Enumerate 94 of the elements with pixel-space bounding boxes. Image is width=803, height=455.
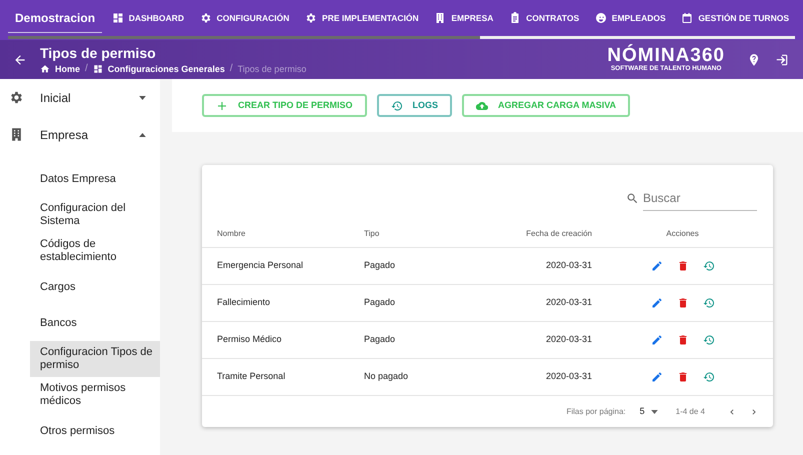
table-cell: Emergencia Personal bbox=[217, 260, 304, 270]
building-icon bbox=[434, 12, 446, 24]
caret-icon bbox=[139, 96, 146, 100]
grid-icon bbox=[112, 12, 124, 24]
sidebar-item[interactable]: Configuracion del Sistema bbox=[30, 197, 160, 233]
rows-per-page-select[interactable]: 5 bbox=[640, 404, 658, 418]
edit-button[interactable] bbox=[650, 260, 662, 272]
table-cell: 2020-03-31 bbox=[546, 371, 592, 382]
gear-icon bbox=[200, 12, 212, 24]
sidebar-group[interactable]: Empresa bbox=[0, 116, 160, 153]
logo-wordmark: NÓMINA360 bbox=[607, 46, 725, 65]
pencil-icon bbox=[650, 334, 662, 346]
toolbar-button[interactable]: LOGS bbox=[376, 94, 452, 117]
search-field[interactable]: Buscar bbox=[643, 186, 757, 211]
column-header: Nombre bbox=[217, 229, 246, 238]
table-cell: Fallecimiento bbox=[217, 297, 270, 308]
sidebar-item[interactable]: Datos Empresa bbox=[30, 161, 160, 197]
nav-tab[interactable]: DASHBOARD bbox=[106, 3, 190, 33]
clipboard-icon bbox=[509, 12, 522, 24]
home-icon bbox=[40, 64, 50, 74]
grid-icon bbox=[92, 64, 103, 74]
history-button[interactable] bbox=[702, 260, 714, 272]
table-cell: Permiso Médico bbox=[217, 334, 282, 344]
history-button[interactable] bbox=[702, 334, 714, 346]
sidebar-item[interactable]: Configuracion Tipos de permiso bbox=[30, 341, 160, 377]
table-cell: Pagado bbox=[364, 260, 396, 270]
breadcrumb-separator: / bbox=[85, 62, 88, 76]
pencil-icon bbox=[650, 297, 662, 309]
trash-icon bbox=[676, 371, 688, 383]
history-icon bbox=[390, 100, 403, 112]
table-cell: Pagado bbox=[364, 297, 396, 308]
nav-tab[interactable]: CONFIGURACIÓN bbox=[194, 3, 296, 33]
logout-icon bbox=[775, 52, 789, 66]
pencil-icon bbox=[650, 371, 662, 383]
face-icon bbox=[594, 12, 607, 24]
building-icon bbox=[9, 127, 24, 142]
history-icon bbox=[702, 297, 714, 309]
nav-tab[interactable]: PRE IMPLEMENTACIÓN bbox=[299, 3, 425, 33]
delete-button[interactable] bbox=[676, 371, 688, 383]
history-icon bbox=[702, 260, 714, 272]
rows-per-page-label: Filas por página: bbox=[566, 406, 626, 418]
column-header: Acciones bbox=[666, 229, 699, 238]
gear-icon bbox=[305, 12, 318, 24]
nav-tab[interactable]: EMPRESA bbox=[428, 3, 500, 33]
breadcrumb-separator: / bbox=[230, 62, 233, 76]
history-icon bbox=[702, 371, 714, 383]
edit-button[interactable] bbox=[650, 297, 662, 309]
gear-icon bbox=[9, 90, 24, 105]
sidebar-item[interactable]: Motivos permisos médicos bbox=[30, 377, 160, 413]
help-button[interactable] bbox=[747, 52, 761, 66]
breadcrumb-link[interactable]: Configuraciones Generales bbox=[92, 62, 225, 76]
brand-tab[interactable]: Demostracion bbox=[8, 3, 102, 33]
table-cell: Tramite Personal bbox=[217, 371, 286, 382]
nav-tab[interactable]: GESTIÓN DE TURNOS bbox=[675, 3, 795, 33]
sidebar-item[interactable]: Códigos de establecimiento bbox=[30, 233, 160, 269]
trash-icon bbox=[676, 334, 688, 346]
cloud-upload-icon bbox=[476, 100, 488, 112]
table-cell: Pagado bbox=[364, 334, 396, 344]
trash-icon bbox=[676, 297, 688, 309]
breadcrumb-link[interactable]: Home bbox=[40, 62, 80, 76]
table-cell: 2020-03-31 bbox=[546, 334, 592, 344]
group-label: Inicial bbox=[40, 90, 72, 106]
nav-tab[interactable]: CONTRATOS bbox=[503, 3, 586, 33]
page-title: Tipos de permiso bbox=[40, 44, 157, 62]
table-cell: 2020-03-31 bbox=[546, 260, 592, 270]
column-header: Tipo bbox=[364, 229, 380, 238]
sidebar-item[interactable]: Bancos bbox=[30, 305, 160, 341]
edit-button[interactable] bbox=[650, 371, 662, 383]
sidebar-item[interactable]: Otros permisos bbox=[30, 413, 160, 449]
help-icon bbox=[747, 52, 761, 66]
sidebar-group[interactable]: Inicial bbox=[0, 79, 160, 116]
trash-icon bbox=[676, 260, 688, 272]
page-range: 1-4 de 4 bbox=[676, 406, 705, 418]
search-icon bbox=[626, 192, 639, 205]
pencil-icon bbox=[650, 260, 662, 272]
group-label: Empresa bbox=[40, 126, 90, 144]
nav-tab[interactable]: EMPLEADOS bbox=[588, 3, 672, 33]
history-button[interactable] bbox=[702, 371, 714, 383]
delete-button[interactable] bbox=[676, 260, 688, 272]
history-button[interactable] bbox=[702, 297, 714, 309]
sidebar-item[interactable]: Cargos bbox=[30, 269, 160, 305]
delete-button[interactable] bbox=[676, 297, 688, 309]
delete-button[interactable] bbox=[676, 334, 688, 346]
back-arrow-icon bbox=[13, 52, 27, 66]
column-header: Fecha de creación bbox=[526, 229, 592, 238]
logout-button[interactable] bbox=[775, 52, 789, 66]
history-icon bbox=[702, 334, 714, 346]
table-cell: No pagado bbox=[364, 371, 408, 382]
caret-icon bbox=[139, 132, 146, 136]
caret-icon bbox=[650, 410, 658, 414]
table-cell: 2020-03-31 bbox=[546, 297, 592, 308]
calendar-icon bbox=[681, 12, 694, 24]
edit-button[interactable] bbox=[650, 334, 662, 346]
plus-icon bbox=[216, 100, 228, 112]
